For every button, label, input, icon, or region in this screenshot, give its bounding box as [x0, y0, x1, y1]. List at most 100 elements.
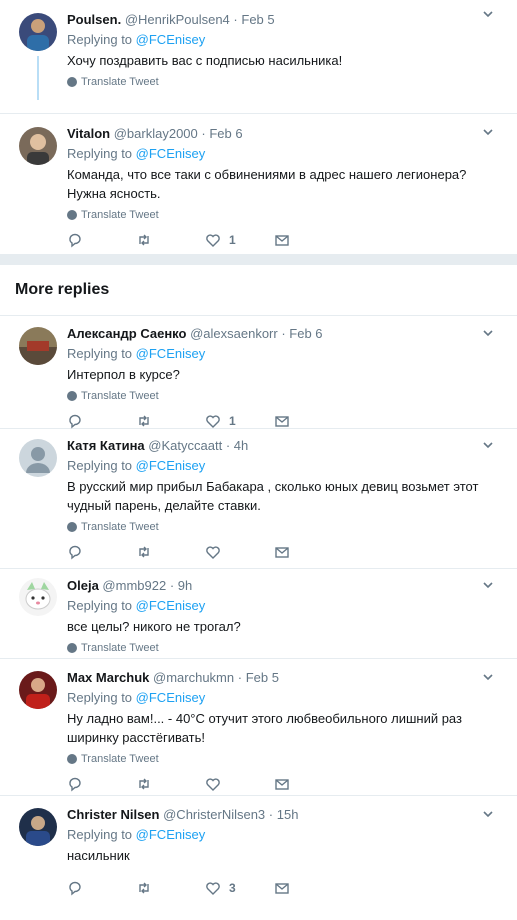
avatar[interactable] [19, 578, 57, 616]
like-button[interactable] [205, 544, 274, 560]
thread-line [37, 56, 39, 100]
mention-link[interactable]: @FCEnisey [136, 690, 206, 705]
reply-button[interactable] [67, 776, 136, 792]
reply-button[interactable] [67, 544, 136, 560]
timestamp[interactable]: Feb 5 [246, 670, 279, 685]
translate-tweet[interactable]: Translate Tweet [67, 753, 505, 765]
replying-label: Replying to [67, 690, 133, 705]
translate-tweet[interactable]: Translate Tweet [67, 521, 505, 533]
display-name[interactable]: Max Marchuk [67, 670, 149, 685]
like-button[interactable]: 3 [205, 880, 274, 896]
mention-link[interactable]: @FCEnisey [136, 146, 206, 161]
retweet-icon [139, 234, 149, 246]
timestamp[interactable]: 9h [178, 578, 192, 593]
timestamp[interactable]: Feb 5 [241, 12, 274, 27]
translate-tweet[interactable]: Translate Tweet [67, 390, 505, 402]
display-name[interactable]: Александр Саенко [67, 326, 186, 341]
replying-label: Replying to [67, 598, 133, 613]
like-count: 1 [229, 233, 236, 247]
avatar[interactable] [19, 671, 57, 709]
message-button[interactable] [274, 413, 343, 429]
user-handle[interactable]: @Katyccaatt [148, 438, 222, 453]
retweet-button[interactable] [136, 776, 205, 792]
translate-tweet[interactable]: Translate Tweet [67, 209, 505, 221]
reply-button[interactable] [67, 880, 136, 896]
tweet[interactable]: Vitalon @barklay2000 · Feb 6 Replying to… [0, 114, 517, 255]
tweet[interactable]: Oleja @mmb922 · 9h Replying to @FCEnisey… [0, 569, 517, 659]
avatar-image [19, 127, 57, 165]
replying-to: Replying to @FCEnisey [67, 31, 505, 48]
translate-label[interactable]: Translate Tweet [81, 209, 159, 221]
chevron-down-icon[interactable] [482, 439, 494, 451]
like-button[interactable]: 1 [205, 413, 274, 429]
translate-label[interactable]: Translate Tweet [81, 521, 159, 533]
reply-button[interactable] [67, 413, 136, 429]
like-count: 3 [229, 881, 236, 895]
chevron-down-icon[interactable] [482, 8, 494, 20]
translate-label[interactable]: Translate Tweet [81, 753, 159, 765]
mention-link[interactable]: @FCEnisey [136, 458, 206, 473]
chevron-down-icon[interactable] [482, 579, 494, 591]
tweet-actions [67, 775, 505, 793]
user-handle[interactable]: @mmb922 [102, 578, 166, 593]
chevron-down-icon[interactable] [482, 808, 494, 820]
user-handle[interactable]: @barklay2000 [114, 126, 198, 141]
display-name[interactable]: Oleja [67, 578, 99, 593]
tweet-actions: 3 [67, 879, 505, 897]
globe-icon [67, 210, 77, 220]
message-button[interactable] [274, 880, 343, 896]
translate-tweet[interactable]: Translate Tweet [67, 76, 505, 88]
display-name[interactable]: Катя Катина [67, 438, 145, 453]
tweet-actions: 1 [67, 231, 505, 249]
message-button[interactable] [274, 776, 343, 792]
user-handle[interactable]: @ChristerNilsen3 [163, 807, 265, 822]
heart-icon [206, 234, 220, 247]
mention-link[interactable]: @FCEnisey [136, 346, 206, 361]
user-handle[interactable]: @marchukmn [153, 670, 234, 685]
tweet[interactable]: Александр Саенко @alexsaenkorr · Feb 6 R… [0, 316, 517, 429]
display-name[interactable]: Poulsen. [67, 12, 121, 27]
tweet[interactable]: Max Marchuk @marchukmn · Feb 5 Replying … [0, 659, 517, 796]
tweet[interactable]: Christer Nilsen @ChristerNilsen3 · 15h R… [0, 796, 517, 906]
reply-button[interactable] [67, 232, 136, 248]
retweet-icon [139, 546, 149, 558]
retweet-button[interactable] [136, 544, 205, 560]
tweet[interactable]: Poulsen. @HenrikPoulsen4 · Feb 5 Replyin… [0, 0, 517, 114]
retweet-button[interactable] [136, 880, 205, 896]
timestamp[interactable]: Feb 6 [289, 326, 322, 341]
chevron-down-icon[interactable] [482, 327, 494, 339]
avatar[interactable] [19, 808, 57, 846]
user-handle[interactable]: @HenrikPoulsen4 [125, 12, 230, 27]
avatar[interactable] [19, 327, 57, 365]
display-name[interactable]: Vitalon [67, 126, 110, 141]
translate-tweet[interactable]: Translate Tweet [67, 642, 505, 654]
timestamp[interactable]: Feb 6 [209, 126, 242, 141]
user-handle[interactable]: @alexsaenkorr [190, 326, 278, 341]
replying-label: Replying to [67, 458, 133, 473]
mention-link[interactable]: @FCEnisey [136, 827, 206, 842]
retweet-button[interactable] [136, 413, 205, 429]
chevron-down-icon[interactable] [482, 671, 494, 683]
timestamp[interactable]: 4h [234, 438, 248, 453]
mention-link[interactable]: @FCEnisey [136, 32, 206, 47]
display-name[interactable]: Christer Nilsen [67, 807, 159, 822]
avatar[interactable] [19, 439, 57, 477]
avatar[interactable] [19, 127, 57, 165]
translate-label[interactable]: Translate Tweet [81, 390, 159, 402]
chevron-down-icon[interactable] [482, 126, 494, 138]
message-button[interactable] [274, 544, 343, 560]
translate-label[interactable]: Translate Tweet [81, 642, 159, 654]
translate-label[interactable]: Translate Tweet [81, 76, 159, 88]
like-button[interactable]: 1 [205, 232, 274, 248]
retweet-button[interactable] [136, 232, 205, 248]
tweet[interactable]: Катя Катина @Katyccaatt · 4h Replying to… [0, 429, 517, 569]
message-button[interactable] [274, 232, 343, 248]
separator-dot: · [169, 578, 175, 593]
replying-to: Replying to @FCEnisey [67, 597, 505, 614]
mention-link[interactable]: @FCEnisey [136, 598, 206, 613]
timestamp[interactable]: 15h [277, 807, 299, 822]
replying-to: Replying to @FCEnisey [67, 345, 505, 362]
tweet-header: Александр Саенко @alexsaenkorr · Feb 6 [67, 325, 505, 342]
avatar[interactable] [19, 13, 57, 51]
like-button[interactable] [205, 776, 274, 792]
